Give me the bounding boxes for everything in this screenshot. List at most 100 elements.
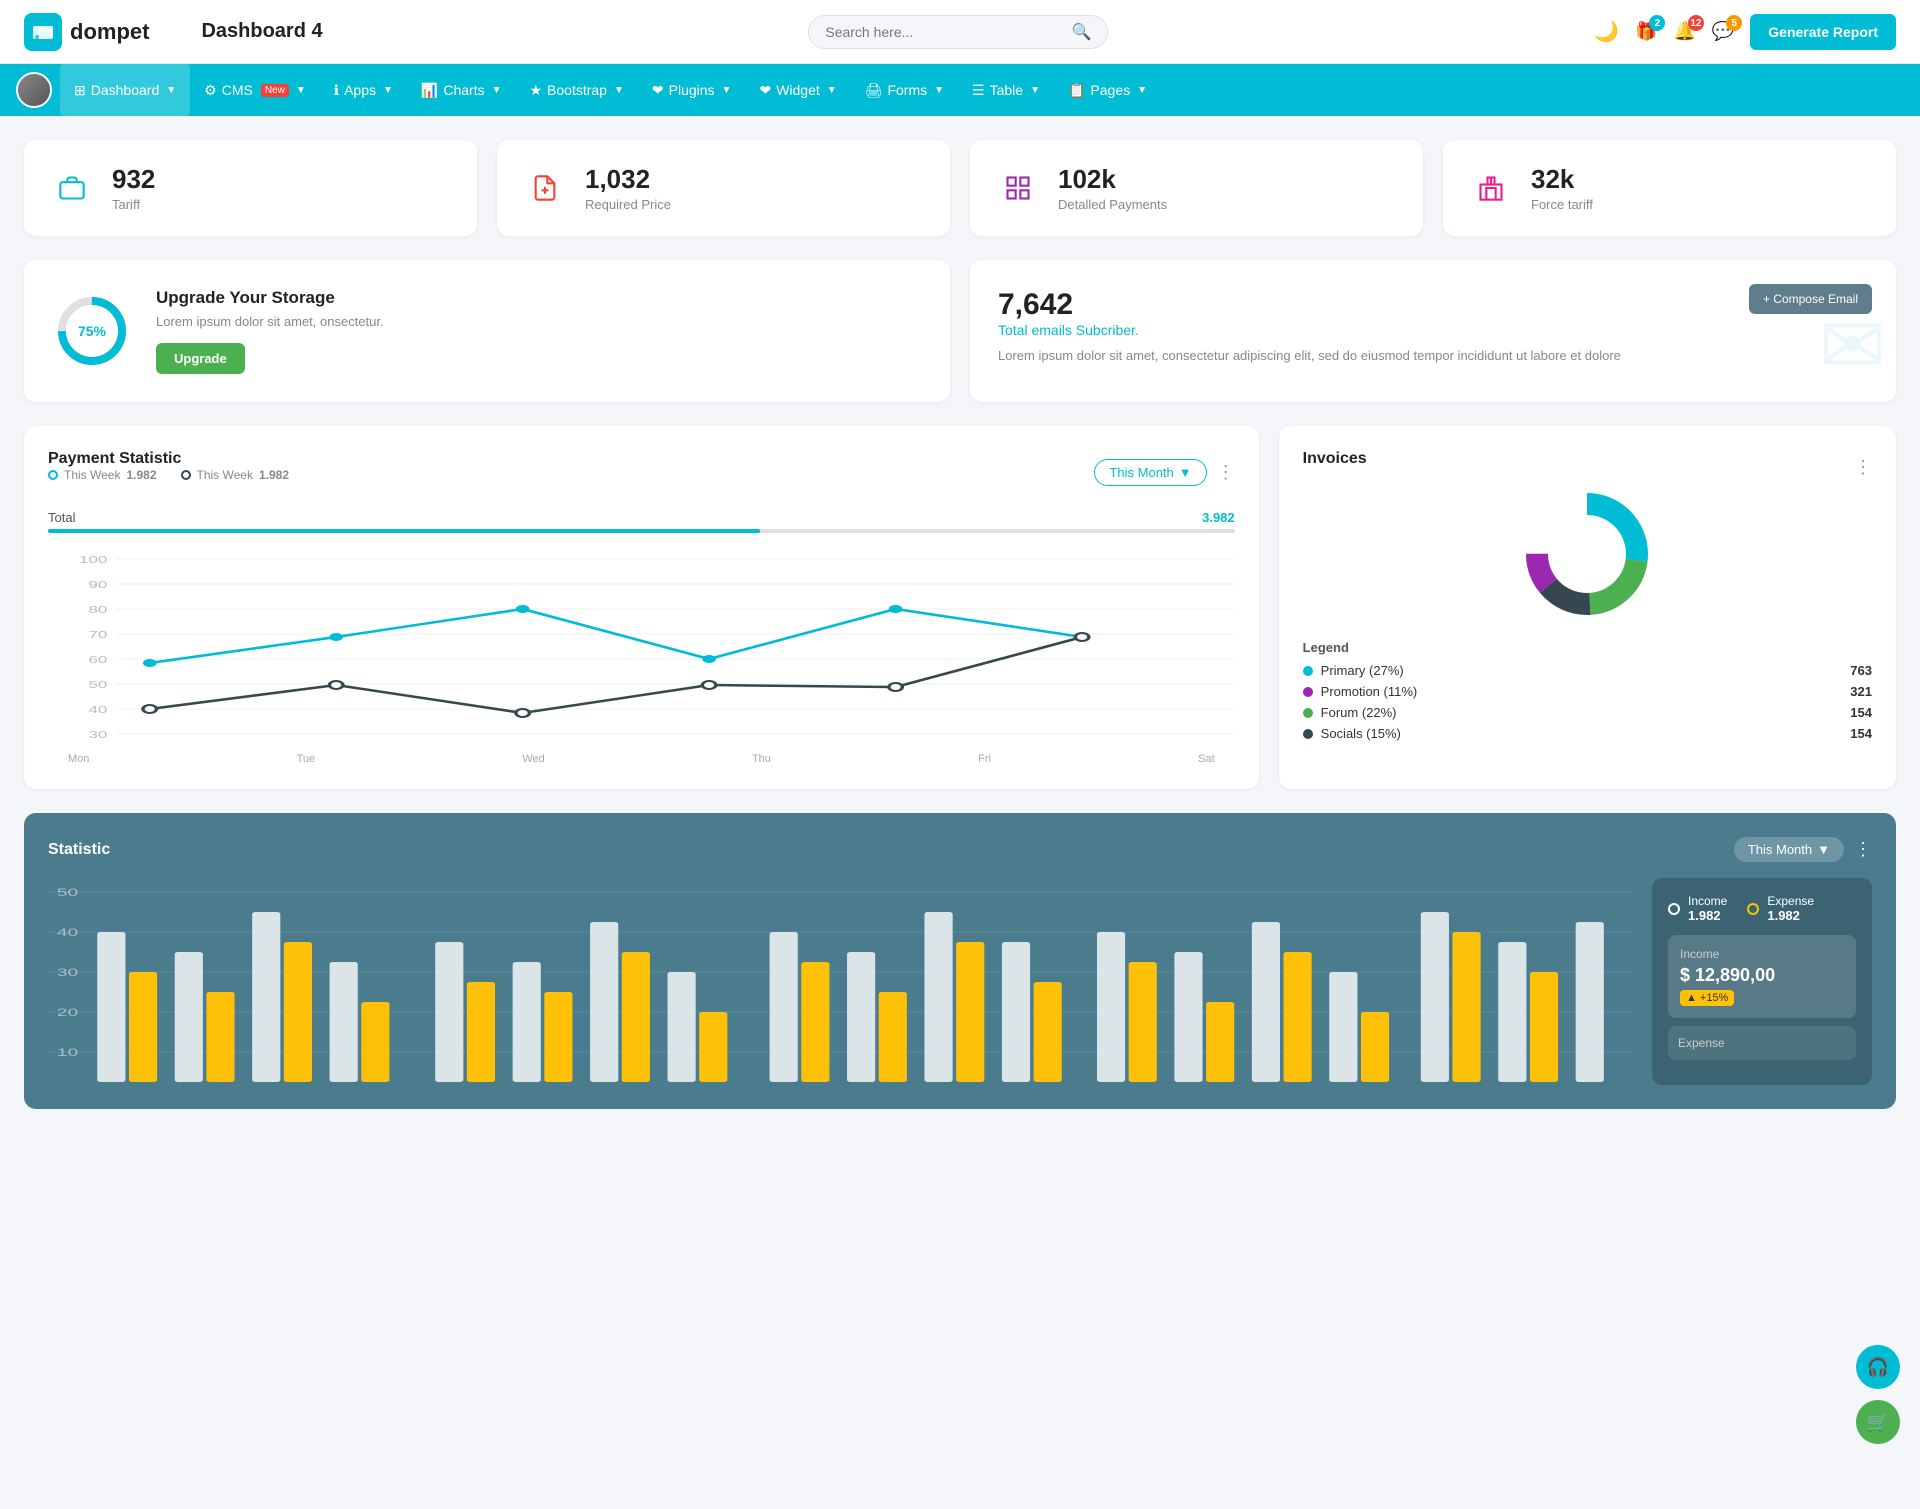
promotion-value: 321	[1850, 684, 1872, 699]
x-label-thu: Thu	[752, 753, 771, 765]
promotion-dot	[1303, 687, 1313, 697]
nav-item-bootstrap[interactable]: ★ Bootstrap ▼	[515, 64, 637, 116]
email-description: Lorem ipsum dolor sit amet, consectetur …	[998, 346, 1868, 366]
header-actions: 🌙 🎁 2 🔔 12 💬 5 Generate Report	[1594, 14, 1896, 50]
income-value: 1.982	[1688, 908, 1727, 923]
stat-card-detailed-payments: 102k Detalled Payments	[970, 140, 1423, 236]
search-input[interactable]	[825, 24, 1063, 40]
building-icon	[1467, 164, 1515, 212]
legend-week2-label: This Week	[197, 468, 253, 482]
force-tariff-label: Force tariff	[1531, 197, 1593, 212]
svg-text:60: 60	[88, 654, 107, 665]
moon-icon[interactable]: 🌙	[1594, 19, 1619, 44]
expense-box-title: Expense	[1678, 1036, 1846, 1050]
bell-icon[interactable]: 🔔 12	[1673, 21, 1695, 42]
svg-text:40: 40	[88, 704, 107, 715]
stat-bottom: 50 40 30 20 10	[48, 878, 1872, 1085]
invoices-more-icon[interactable]: ⋮	[1854, 457, 1872, 478]
nav-item-table[interactable]: ☰ Table ▼	[958, 64, 1054, 116]
invoices-donut-wrap	[1303, 484, 1872, 624]
expense-dot	[1747, 903, 1759, 915]
search-icon[interactable]: 🔍	[1071, 22, 1091, 42]
svg-text:80: 80	[88, 604, 107, 615]
email-bg-icon: ✉	[1819, 299, 1886, 392]
promotion-label: Promotion (11%)	[1321, 684, 1418, 699]
nav-item-charts[interactable]: 📊 Charts ▼	[407, 64, 516, 116]
primary-label: Primary (27%)	[1321, 663, 1404, 678]
statistic-title: Statistic	[48, 841, 110, 859]
generate-report-button[interactable]: Generate Report	[1750, 14, 1896, 50]
x-label-wed: Wed	[522, 753, 544, 765]
stat-card-tariff: 932 Tariff	[24, 140, 477, 236]
search-box[interactable]: 🔍	[808, 15, 1108, 49]
required-price-label: Required Price	[585, 197, 671, 212]
main-content: 932 Tariff 1,032 Required Price	[0, 116, 1920, 1133]
bar-chart-container: 50 40 30 20 10	[48, 878, 1632, 1085]
income-growth: ▲ +15%	[1680, 990, 1734, 1006]
statistic-filter-label: This Month	[1748, 842, 1812, 857]
headset-button[interactable]: 🎧	[1856, 1345, 1900, 1389]
nav-item-forms[interactable]: 🖨 Forms ▼	[851, 64, 958, 116]
logo-text: dompet	[70, 19, 149, 45]
gift-icon[interactable]: 🎁 2	[1635, 21, 1657, 42]
nav-label-apps: Apps	[344, 82, 376, 98]
nav-label-bootstrap: Bootstrap	[547, 82, 607, 98]
statistic-more-icon[interactable]: ⋮	[1854, 839, 1872, 860]
x-label-tue: Tue	[297, 753, 316, 765]
svg-text:30: 30	[88, 729, 107, 740]
payment-statistic-card: Payment Statistic This Week 1.982 This W…	[24, 426, 1259, 789]
total-bar-fill	[48, 529, 760, 533]
socials-label: Socials (15%)	[1321, 726, 1401, 741]
chevron-down-icon-cms: ▼	[296, 85, 306, 96]
chevron-down-icon-pages: ▼	[1137, 85, 1147, 96]
growth-value: +15%	[1700, 992, 1728, 1004]
email-card: + Compose Email 7,642 Total emails Subcr…	[970, 260, 1896, 402]
bootstrap-icon: ★	[529, 82, 542, 99]
chart-bar-icon	[994, 164, 1042, 212]
statistic-filter-button[interactable]: This Month ▼	[1734, 837, 1844, 862]
upgrade-button[interactable]: Upgrade	[156, 343, 245, 374]
avatar	[16, 72, 52, 108]
required-price-value: 1,032	[585, 164, 671, 195]
forum-dot	[1303, 708, 1313, 718]
chevron-down-icon-widget: ▼	[827, 85, 837, 96]
nav-item-widget[interactable]: ❤ Widget ▼	[745, 64, 850, 116]
income-box: Income $ 12,890,00 ▲ +15%	[1668, 935, 1856, 1018]
svg-text:100: 100	[79, 554, 108, 565]
legend-item-week1: This Week 1.982	[48, 468, 157, 482]
legend-promotion: Promotion (11%) 321	[1303, 684, 1872, 699]
nav-item-pages[interactable]: 📋 Pages ▼	[1054, 64, 1161, 116]
storage-title: Upgrade Your Storage	[156, 288, 384, 308]
storage-description: Lorem ipsum dolor sit amet, onsectetur.	[156, 314, 384, 329]
tariff-label: Tariff	[112, 197, 155, 212]
nav-item-cms[interactable]: ⚙ CMS New ▼	[190, 64, 320, 116]
total-value: 3.982	[1202, 510, 1235, 525]
chevron-down-icon-plugins: ▼	[722, 85, 732, 96]
detailed-payments-value: 102k	[1058, 164, 1167, 195]
page-title: Dashboard 4	[181, 20, 322, 43]
nav-item-dashboard[interactable]: ⊞ Dashboard ▼	[60, 64, 190, 116]
this-month-filter-button[interactable]: This Month ▼	[1094, 459, 1206, 486]
nav-item-apps[interactable]: ℹ Apps ▼	[320, 64, 407, 116]
new-badge: New	[261, 84, 289, 97]
income-dot	[1668, 903, 1680, 915]
force-tariff-value: 32k	[1531, 164, 1593, 195]
chat-icon[interactable]: 💬 5	[1712, 21, 1734, 42]
cart-button[interactable]: 🛒	[1856, 1400, 1900, 1444]
primary-dot	[1303, 666, 1313, 676]
svg-text:20: 20	[57, 1007, 79, 1019]
file-add-icon	[521, 164, 569, 212]
legend-title: Legend	[1303, 640, 1872, 655]
charts-row: Payment Statistic This Week 1.982 This W…	[24, 426, 1896, 789]
nav-label-widget: Widget	[776, 82, 820, 98]
nav-label-table: Table	[990, 82, 1023, 98]
forum-label: Forum (22%)	[1321, 705, 1397, 720]
nav-item-plugins[interactable]: ❤ Plugins ▼	[638, 64, 746, 116]
more-options-icon[interactable]: ⋮	[1217, 462, 1235, 483]
bar-chart-svg: 50 40 30 20 10	[48, 882, 1632, 1082]
legend-dot-dark	[181, 470, 191, 480]
payment-header: Payment Statistic This Week 1.982 This W…	[48, 450, 1235, 494]
svg-text:90: 90	[88, 579, 107, 590]
chevron-down-icon-forms: ▼	[934, 85, 944, 96]
svg-text:50: 50	[57, 887, 79, 899]
